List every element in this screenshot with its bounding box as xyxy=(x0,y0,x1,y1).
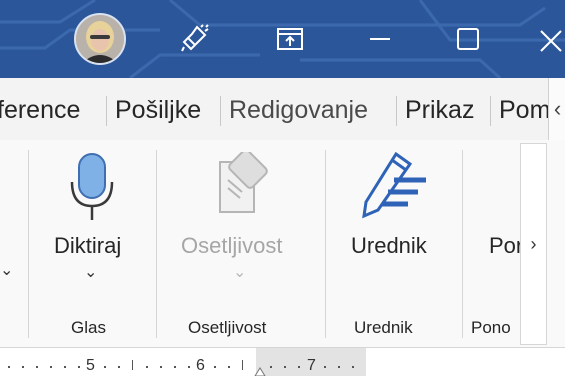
ribbon-display-options-icon[interactable] xyxy=(268,17,312,61)
tab-separator xyxy=(106,96,107,126)
group-separator xyxy=(325,150,326,338)
tab-review[interactable]: Redigovanje xyxy=(229,78,368,140)
editor-label: Urednik xyxy=(351,233,427,258)
group-label-editor: Urednik xyxy=(354,318,413,337)
avatar[interactable] xyxy=(74,13,126,65)
group-separator xyxy=(28,150,29,338)
ribbon-scroll-right-button[interactable]: › xyxy=(520,143,547,345)
minimize-icon[interactable] xyxy=(358,17,402,61)
group-separator xyxy=(156,150,157,338)
tab-mailings[interactable]: Pošiljke xyxy=(115,78,201,140)
tab-separator xyxy=(396,96,397,126)
sensitivity-icon xyxy=(219,152,268,213)
restore-icon[interactable] xyxy=(446,17,490,61)
tab-references[interactable]: ference xyxy=(0,78,80,140)
chevron-down-icon[interactable]: ⌄ xyxy=(0,260,13,280)
tab-help[interactable]: Pom xyxy=(499,78,550,140)
lightbulb-icon[interactable] xyxy=(172,17,216,61)
close-icon[interactable] xyxy=(536,17,565,61)
ruler-number: 7 xyxy=(307,357,316,374)
tab-view[interactable]: Prikaz xyxy=(405,78,474,140)
title-bar xyxy=(0,0,565,78)
group-label-voice: Glas xyxy=(71,318,106,337)
microphone-icon xyxy=(70,153,114,220)
chevron-down-icon[interactable]: ⌄ xyxy=(84,262,97,282)
sensitivity-label: Osetljivost xyxy=(181,233,283,258)
group-separator xyxy=(462,150,463,338)
ruler-number: 6 xyxy=(196,357,205,374)
tab-separator xyxy=(490,96,491,126)
group-label-sensitivity: Osetljivost xyxy=(188,318,267,337)
group-label-partial: Pono xyxy=(471,318,511,337)
tab-separator xyxy=(220,96,221,126)
ruler-number: 5 xyxy=(86,357,95,374)
ruler-ticks xyxy=(8,360,354,376)
dictate-label: Diktiraj xyxy=(54,233,122,258)
partial-button-label[interactable]: Por xyxy=(489,233,523,259)
editor-pen-icon xyxy=(362,151,426,219)
horizontal-ruler[interactable] xyxy=(0,348,565,376)
tabs-scroll-right-button[interactable]: ‹ xyxy=(548,78,565,140)
chevron-down-icon: ⌄ xyxy=(233,264,247,281)
